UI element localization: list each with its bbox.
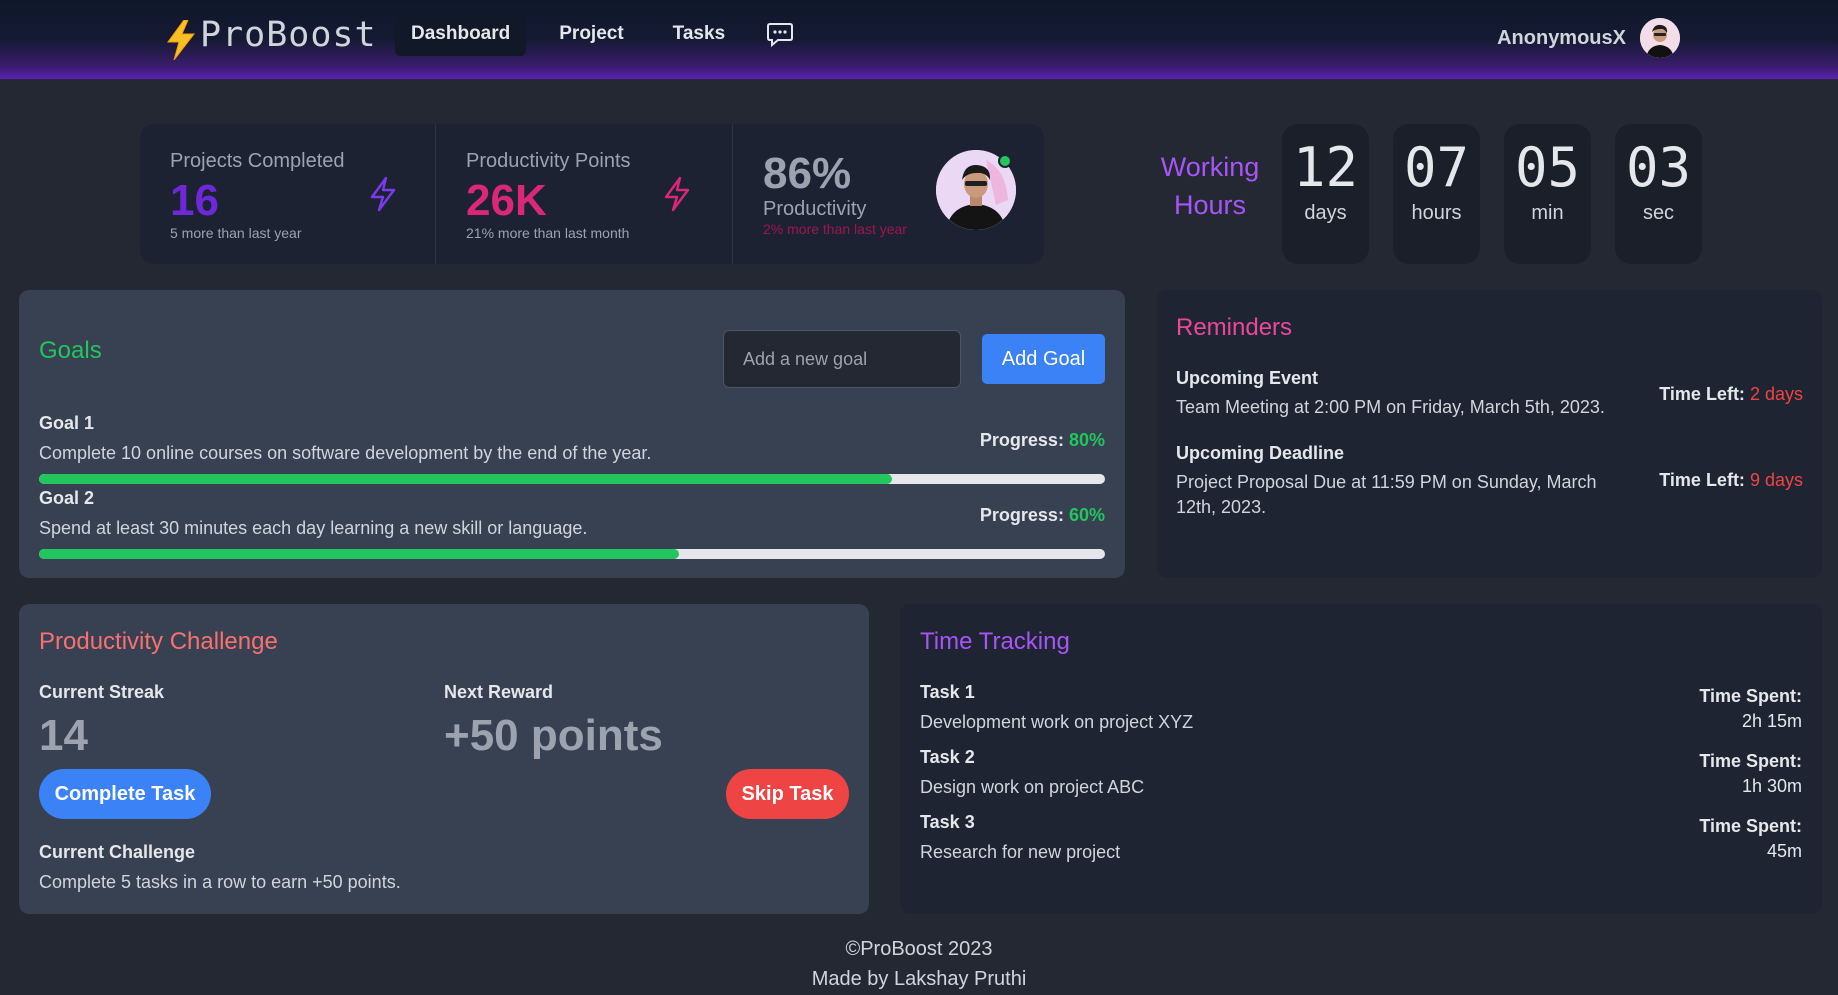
task-time-spent: Time Spent: 1h 30m: [1699, 749, 1802, 799]
goal-progress-fill: [39, 549, 679, 559]
time-left-label: Time Left:: [1659, 384, 1745, 404]
goal-progress: Progress: 60%: [980, 505, 1105, 526]
task-name: Task 2: [920, 747, 975, 767]
top-navbar: ProBoost Dashboard Project Tasks Anonymo…: [0, 0, 1838, 79]
next-reward-value: +50 points: [444, 711, 663, 760]
add-goal-button[interactable]: Add Goal: [982, 334, 1105, 384]
task-time-spent: Time Spent: 2h 15m: [1699, 684, 1802, 734]
reminders-title: Reminders: [1176, 314, 1293, 341]
reminder-time-left: Time Left: 9 days: [1659, 470, 1803, 491]
current-challenge-label: Current Challenge: [39, 842, 196, 862]
time-spent-value: 45m: [1766, 841, 1802, 861]
reminder-text: Project Proposal Due at 11:59 PM on Sund…: [1176, 472, 1597, 517]
task-time-spent: Time Spent: 45m: [1699, 814, 1802, 864]
next-reward-label: Next Reward: [444, 682, 554, 702]
user-menu[interactable]: AnonymousX: [1497, 18, 1680, 58]
footer-credit: Made by Lakshay Pruthi: [811, 968, 1027, 990]
challenge-title: Productivity Challenge: [39, 628, 278, 655]
timer-unit: min: [1531, 202, 1564, 224]
timer-unit: hours: [1411, 202, 1462, 224]
goals-card: Goals Add a new goal Add Goal Goal 1 Com…: [19, 290, 1125, 578]
timer-seconds: 03 sec: [1615, 124, 1702, 264]
stat-productivity-points: Productivity Points 26K 21% more than la…: [435, 124, 732, 264]
task-name: Task 1: [920, 682, 975, 702]
task-desc: Development work on project XYZ: [920, 712, 1194, 732]
current-challenge-desc: Complete 5 tasks in a row to earn +50 po…: [39, 872, 401, 892]
timer-minutes: 05 min: [1504, 124, 1591, 264]
time-spent-value: 2h 15m: [1741, 711, 1802, 731]
brand-name: ProBoost: [200, 15, 377, 55]
nav-project[interactable]: Project: [543, 12, 639, 56]
timer-value: 05: [1514, 136, 1581, 199]
task-name: Task 3: [920, 812, 975, 832]
new-goal-input[interactable]: Add a new goal: [723, 330, 961, 388]
reminder-time-left: Time Left: 2 days: [1659, 384, 1803, 405]
timer-value: 03: [1625, 136, 1692, 199]
time-spent-value: 1h 30m: [1741, 776, 1802, 796]
timer-days: 12 days: [1282, 124, 1369, 264]
time-tracking-card: Time Tracking Task 1 Development work on…: [900, 604, 1822, 914]
reminder-heading: Upcoming Deadline: [1176, 443, 1345, 463]
complete-task-button[interactable]: Complete Task: [39, 769, 211, 819]
goal-name: Goal 2: [39, 488, 95, 508]
goal-progress-fill: [39, 474, 892, 484]
progress-label: Progress:: [979, 430, 1064, 450]
stat-productivity: 86% Productivity 2% more than last year: [732, 124, 1044, 264]
stat-desc: 21% more than last month: [466, 225, 630, 241]
time-spent-label: Time Spent:: [1699, 816, 1802, 836]
time-left-label: Time Left:: [1659, 470, 1745, 490]
productivity-challenge-card: Productivity Challenge Current Streak 14…: [19, 604, 869, 914]
goals-title: Goals: [39, 337, 102, 364]
timer-unit: days: [1304, 202, 1347, 224]
time-spent-label: Time Spent:: [1699, 686, 1802, 706]
task-desc: Research for new project: [920, 842, 1121, 862]
tracking-title: Time Tracking: [920, 628, 1070, 655]
footer-copyright: ©ProBoost 2023: [845, 938, 993, 960]
progress-percent: 60%: [1068, 505, 1105, 525]
online-status-dot: [998, 154, 1012, 168]
time-left-value: 9 days: [1749, 470, 1803, 490]
stat-title: Productivity Points: [466, 150, 631, 172]
timer-unit: sec: [1642, 202, 1675, 224]
skip-task-button[interactable]: Skip Task: [726, 769, 849, 819]
goal-desc: Spend at least 30 minutes each day learn…: [39, 518, 588, 538]
progress-label: Progress:: [979, 505, 1064, 525]
goal-name: Goal 1: [39, 413, 95, 433]
nav-tasks[interactable]: Tasks: [657, 12, 741, 56]
timer-hours: 07 hours: [1393, 124, 1480, 264]
reminders-card: Reminders Upcoming Event Team Meeting at…: [1157, 290, 1822, 578]
goal-progress: Progress: 80%: [980, 430, 1105, 451]
lightning-bolt-icon: [167, 20, 196, 60]
timer-value: 12: [1292, 136, 1359, 199]
stat-desc: 2% more than last year: [763, 221, 907, 237]
time-left-value: 2 days: [1749, 384, 1803, 404]
nav-dashboard[interactable]: Dashboard: [395, 12, 527, 56]
stat-projects-completed: Projects Completed 16 5 more than last y…: [140, 124, 435, 264]
reminder-text: Team Meeting at 2:00 PM on Friday, March…: [1176, 397, 1605, 417]
brand-logo[interactable]: ProBoost: [164, 10, 377, 60]
chat-bubble-icon[interactable]: [766, 20, 794, 48]
reminder-heading: Upcoming Event: [1176, 368, 1319, 388]
goal-progress-bar: [39, 474, 1105, 484]
time-spent-label: Time Spent:: [1699, 751, 1802, 771]
goal-progress-bar: [39, 549, 1105, 559]
username: AnonymousX: [1497, 26, 1626, 49]
bolt-icon: [370, 176, 396, 212]
avatar[interactable]: [1640, 18, 1680, 58]
stats-panel: Projects Completed 16 5 more than last y…: [140, 124, 1044, 264]
current-streak-label: Current Streak: [39, 682, 165, 702]
progress-percent: 80%: [1068, 430, 1105, 450]
working-hours-label: Working Hours: [1160, 152, 1260, 220]
stat-desc: 5 more than last year: [170, 225, 302, 241]
goal-desc: Complete 10 online courses on software d…: [39, 443, 652, 463]
bolt-icon: [664, 176, 690, 212]
timer-value: 07: [1403, 136, 1470, 199]
task-desc: Design work on project ABC: [920, 777, 1145, 797]
current-streak-value: 14: [39, 711, 88, 760]
stat-title: Projects Completed: [170, 150, 345, 172]
avatar-image: [1640, 18, 1680, 58]
